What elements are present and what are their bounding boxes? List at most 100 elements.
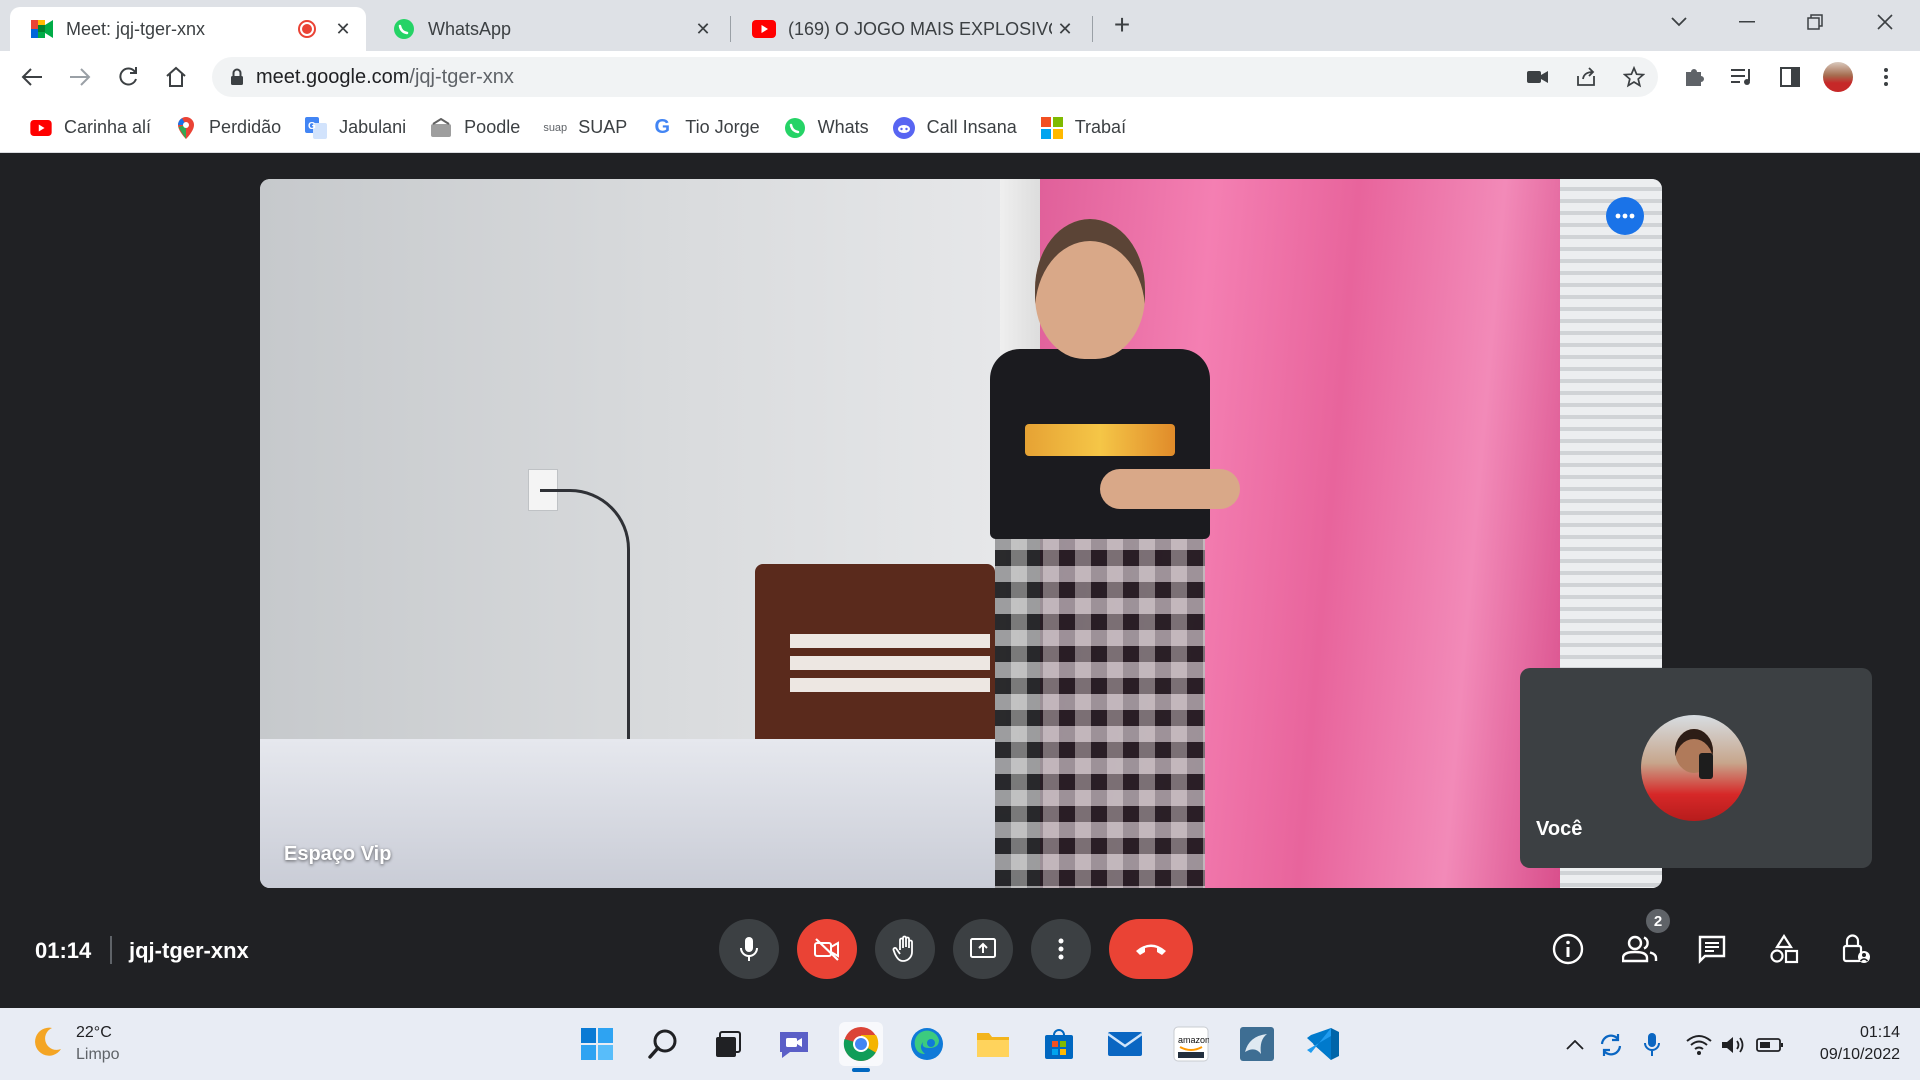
close-tab-icon[interactable]: ✕ <box>1052 16 1078 42</box>
weather-temperature: 22°C <box>76 1024 112 1041</box>
camera-off-button[interactable] <box>797 919 857 979</box>
system-date: 09/10/2022 <box>1819 1046 1900 1063</box>
bookmark-poodle[interactable]: Poodle <box>420 111 530 145</box>
profile-avatar[interactable] <box>1822 61 1854 93</box>
chat-icon <box>1698 935 1726 964</box>
participant-figure-part <box>1100 469 1240 509</box>
microphone-icon <box>740 937 758 961</box>
more-actions-button[interactable] <box>1031 919 1091 979</box>
main-participant-video[interactable]: Espaço Vip <box>260 179 1662 888</box>
amazon-icon: amazon <box>1173 1026 1209 1062</box>
bookmark-carinha-ali[interactable]: Carinha alí <box>20 111 161 145</box>
amazon-app[interactable]: amazon <box>1169 1022 1213 1066</box>
tab-youtube[interactable]: (169) O JOGO MAIS EXPLOSIVO ✕ <box>732 7 1088 51</box>
more-vert-icon <box>1058 938 1064 960</box>
tab-search-icon[interactable] <box>1662 8 1696 36</box>
microsoft-icon <box>1040 116 1063 139</box>
meeting-time: 01:14 <box>35 938 92 963</box>
lock-person-icon <box>1842 934 1870 963</box>
bookmark-jabulani[interactable]: G Jabulani <box>295 111 416 145</box>
address-bar[interactable]: meet.google.com/jqj-tger-xnx <box>212 57 1658 97</box>
chrome-app[interactable] <box>839 1022 883 1072</box>
more-options-icon[interactable] <box>1606 197 1644 235</box>
chrome-menu-icon[interactable] <box>1870 61 1902 93</box>
microphone-tray-icon[interactable] <box>1637 1030 1667 1060</box>
raise-hand-button[interactable] <box>875 919 935 979</box>
bookmarks-bar: Carinha alí Perdidão G Jabulani Poodle s… <box>0 103 1920 153</box>
home-button[interactable] <box>160 61 192 93</box>
dolphin-icon <box>1240 1027 1274 1061</box>
file-explorer-app[interactable] <box>971 1022 1015 1066</box>
minimize-button[interactable] <box>1730 8 1764 36</box>
tab-strip: Meet: jqj-tger-xnx ✕ WhatsApp ✕ (169) O … <box>0 0 1920 51</box>
forward-button[interactable] <box>64 61 96 93</box>
show-hidden-icons-chevron-icon[interactable] <box>1560 1030 1590 1060</box>
task-view-button[interactable] <box>705 1022 749 1066</box>
bookmark-trabai[interactable]: Trabaí <box>1031 111 1136 145</box>
bookmark-whats[interactable]: Whats <box>774 111 879 145</box>
tab-separator <box>730 16 731 42</box>
close-tab-icon[interactable]: ✕ <box>690 16 716 42</box>
sync-icon[interactable] <box>1596 1030 1626 1060</box>
tab-whatsapp[interactable]: WhatsApp ✕ <box>372 7 726 51</box>
meet-call-area: Espaço Vip Você 01:14 jqj-tger-xnx 2 <box>0 154 1920 1008</box>
chrome-icon <box>843 1027 879 1061</box>
bookmark-perdidao[interactable]: Perdidão <box>165 111 291 145</box>
close-window-button[interactable] <box>1868 8 1902 36</box>
system-clock[interactable]: 01:14 09/10/2022 <box>1820 1022 1900 1066</box>
weather-widget[interactable]: 22°C Limpo <box>30 1022 120 1066</box>
whatsapp-icon <box>784 117 806 139</box>
wifi-icon[interactable] <box>1684 1030 1714 1060</box>
restore-button[interactable] <box>1798 8 1832 36</box>
back-button[interactable] <box>16 61 48 93</box>
microphone-button[interactable] <box>719 919 779 979</box>
info-icon <box>1552 933 1584 965</box>
volume-icon[interactable] <box>1718 1030 1748 1060</box>
task-view-icon <box>716 1031 741 1057</box>
reload-button[interactable] <box>112 61 144 93</box>
self-view-tile[interactable]: Você <box>1520 668 1872 868</box>
hand-icon <box>892 935 913 962</box>
activities-button[interactable] <box>1761 926 1807 972</box>
vscode-app[interactable] <box>1301 1022 1345 1066</box>
bookmark-call-insana[interactable]: Call Insana <box>883 111 1027 145</box>
edge-app[interactable] <box>905 1022 949 1066</box>
present-screen-button[interactable] <box>953 919 1013 979</box>
hang-up-icon <box>1136 944 1166 955</box>
leave-call-button[interactable] <box>1109 919 1193 979</box>
extensions-icon[interactable] <box>1678 61 1710 93</box>
meeting-details-button[interactable] <box>1545 926 1591 972</box>
participant-name-label: Espaço Vip <box>284 843 392 865</box>
lock-icon[interactable] <box>230 68 244 86</box>
edge-icon <box>911 1028 943 1060</box>
video-background <box>540 489 630 749</box>
mail-icon <box>1107 1032 1143 1056</box>
host-controls-button[interactable] <box>1833 926 1879 972</box>
divider <box>110 936 112 964</box>
mail-app[interactable] <box>1103 1022 1147 1066</box>
tab-separator <box>1092 16 1093 42</box>
bookmark-suap[interactable]: suap SUAP <box>534 111 637 145</box>
chat-bubble-icon <box>780 1032 808 1058</box>
search-button[interactable] <box>641 1022 685 1066</box>
google-icon: G <box>654 116 671 138</box>
side-panel-icon[interactable] <box>1774 61 1806 93</box>
youtube-icon <box>30 117 52 139</box>
chat-button[interactable] <box>1689 926 1735 972</box>
close-tab-icon[interactable]: ✕ <box>330 16 356 42</box>
camera-in-use-icon[interactable] <box>1522 61 1554 93</box>
tab-meet[interactable]: Meet: jqj-tger-xnx ✕ <box>10 7 366 51</box>
start-button[interactable] <box>575 1022 619 1066</box>
new-tab-button[interactable]: + <box>1108 11 1136 39</box>
media-control-icon[interactable] <box>1726 61 1758 93</box>
bookmark-star-icon[interactable] <box>1618 61 1650 93</box>
tab-title: Meet: jqj-tger-xnx <box>66 18 206 39</box>
teams-chat-app[interactable] <box>772 1022 816 1066</box>
activities-icon <box>1770 934 1799 964</box>
battery-icon[interactable] <box>1755 1030 1785 1060</box>
microsoft-store-app[interactable] <box>1037 1022 1081 1066</box>
share-icon[interactable] <box>1570 61 1602 93</box>
mysql-workbench-app[interactable] <box>1235 1022 1279 1066</box>
meeting-code: jqj-tger-xnx <box>129 938 249 963</box>
bookmark-tio-jorge[interactable]: G Tio Jorge <box>641 111 769 145</box>
